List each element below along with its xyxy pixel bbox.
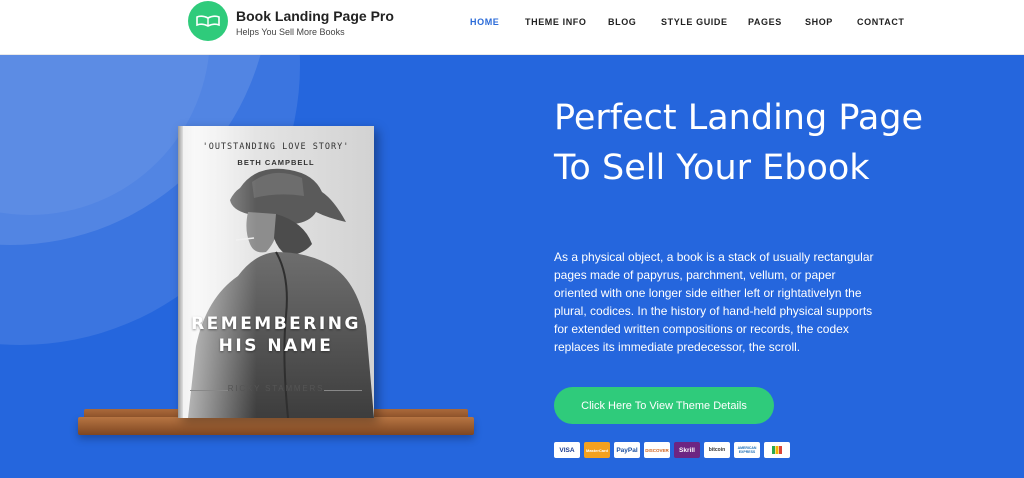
view-theme-details-button[interactable]: Click Here To View Theme Details bbox=[554, 387, 774, 424]
site-header: Book Landing Page Pro Helps You Sell Mor… bbox=[0, 0, 1024, 55]
main-nav: HOME THEME INFO BLOG STYLE GUIDE PAGES S… bbox=[0, 17, 1024, 31]
book-author: BETH CAMPBELL bbox=[237, 158, 315, 167]
book-title-line2: HIS NAME bbox=[218, 336, 334, 356]
google-wallet-logo-icon bbox=[772, 446, 782, 454]
hero-title: Perfect Landing Page To Sell Your Ebook bbox=[554, 98, 924, 188]
bitcoin-icon: bitcoin bbox=[704, 442, 730, 458]
nav-blog[interactable]: BLOG bbox=[608, 17, 636, 27]
man-in-hat-illustration bbox=[178, 126, 374, 418]
nav-pages[interactable]: PAGES bbox=[748, 17, 782, 27]
hero-section: 'OUTSTANDING LOVE STORY' BETH CAMPBELL R… bbox=[0, 55, 1024, 478]
book-quote: 'OUTSTANDING LOVE STORY' bbox=[202, 142, 350, 152]
book-spine bbox=[178, 126, 183, 418]
nav-theme-info[interactable]: THEME INFO bbox=[525, 17, 587, 27]
nav-style-guide[interactable]: STYLE GUIDE bbox=[661, 17, 728, 27]
mastercard-icon: MasterCard bbox=[584, 442, 610, 458]
paypal-icon: PayPal bbox=[614, 442, 640, 458]
book-cover: 'OUTSTANDING LOVE STORY' BETH CAMPBELL R… bbox=[178, 126, 374, 418]
discover-icon: DISCOVER bbox=[644, 442, 670, 458]
american-express-icon: AMERICAN EXPRESS bbox=[734, 442, 760, 458]
visa-icon: VISA bbox=[554, 442, 580, 458]
nav-home[interactable]: HOME bbox=[470, 17, 499, 27]
nav-shop[interactable]: SHOP bbox=[805, 17, 833, 27]
book-publisher: RICKY STAMMERS bbox=[227, 384, 325, 393]
hero-description: As a physical object, a book is a stack … bbox=[554, 250, 874, 354]
nav-contact[interactable]: CONTACT bbox=[857, 17, 905, 27]
skrill-icon: Skrill bbox=[674, 442, 700, 458]
book-title-line1: REMEMBERING bbox=[191, 314, 361, 334]
